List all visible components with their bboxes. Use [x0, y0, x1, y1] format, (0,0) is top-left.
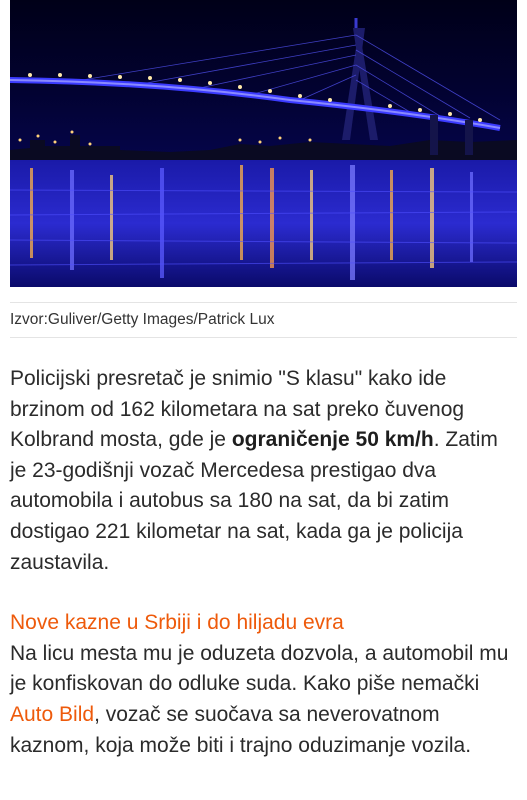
related-article-link[interactable]: Nove kazne u Srbiji i do hiljadu evra	[10, 608, 520, 639]
article-photo[interactable]	[10, 0, 517, 287]
article-paragraph-2: Na licu mesta mu je oduzeta dozvola, a a…	[10, 639, 520, 761]
article-paragraph-1: Policijski presretač je snimio "S klasu"…	[10, 364, 520, 578]
bridge-night-illustration	[10, 0, 517, 287]
photo-caption: Izvor:Guliver/Getty Images/Patrick Lux	[10, 302, 517, 338]
article-body: Policijski presretač je snimio "S klasu"…	[10, 364, 520, 761]
auto-bild-link[interactable]: Auto Bild	[10, 703, 94, 726]
paragraph-text: Na licu mesta mu je oduzeta dozvola, a a…	[10, 641, 509, 696]
speed-limit-highlight: ograničenje 50 km/h	[231, 428, 434, 452]
